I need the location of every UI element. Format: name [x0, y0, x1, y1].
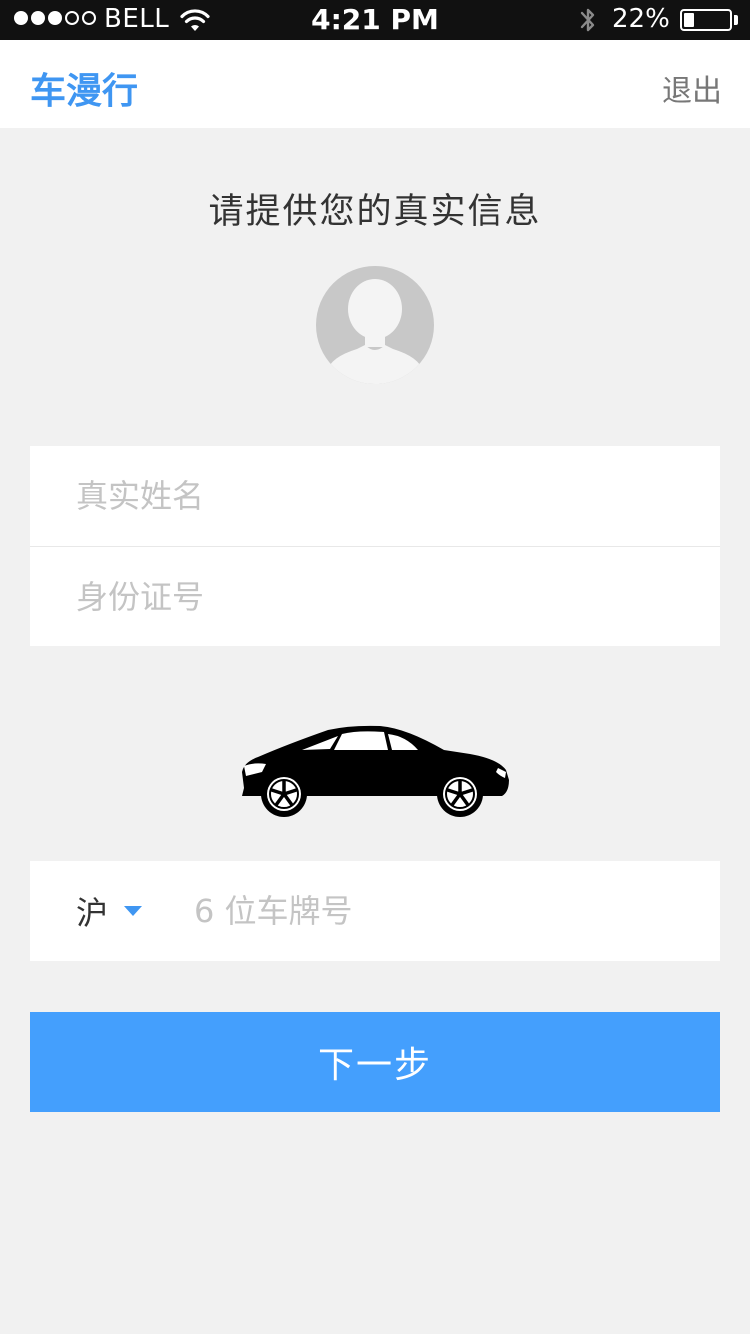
province-select[interactable]: 沪	[76, 861, 143, 961]
province-value: 沪	[76, 894, 109, 932]
signal-dot	[65, 11, 79, 25]
nav-bar: 车漫行 退出	[0, 40, 750, 128]
front-wheel	[437, 771, 483, 817]
avatar-upload[interactable]	[315, 265, 435, 385]
signal-dot	[48, 11, 62, 25]
app-title: 车漫行	[30, 71, 139, 112]
signal-dot	[14, 11, 28, 25]
caret-down-icon	[124, 906, 143, 916]
name-row	[30, 446, 720, 546]
plate-card: 沪	[30, 861, 720, 961]
battery-icon	[680, 9, 732, 31]
page-prompt: 请提供您的真实信息	[208, 192, 542, 232]
bluetooth-icon	[578, 5, 598, 39]
carrier-name: BELL	[104, 4, 170, 34]
plate-row: 沪	[30, 861, 720, 961]
signal-dot	[82, 11, 96, 25]
plate-number-input[interactable]	[194, 861, 674, 961]
battery-level-fill	[684, 13, 694, 27]
person-silhouette-icon	[316, 266, 434, 384]
id-number-input[interactable]	[76, 547, 676, 647]
car-icon	[238, 722, 512, 822]
signal-dot	[31, 11, 45, 25]
personal-info-card	[30, 446, 720, 647]
signal-strength-icon	[14, 11, 96, 25]
status-bar: BELL 4:21 PM 22%	[0, 0, 750, 40]
next-step-button[interactable]: 下一步	[30, 1012, 720, 1112]
id-row	[30, 546, 720, 647]
rear-wheel	[261, 771, 307, 817]
wifi-icon	[180, 7, 210, 37]
logout-button[interactable]: 退出	[662, 66, 722, 110]
battery-nub	[734, 15, 738, 25]
real-name-input[interactable]	[76, 446, 676, 546]
battery-percentage: 22%	[612, 4, 670, 34]
